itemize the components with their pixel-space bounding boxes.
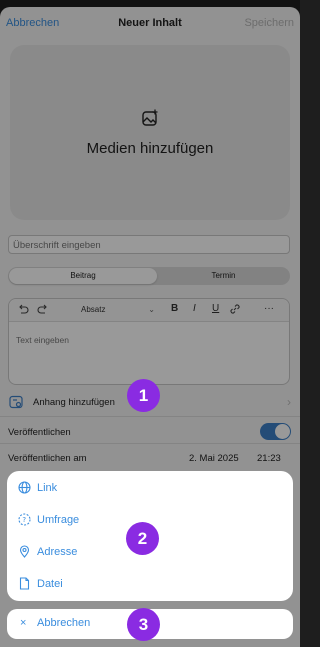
close-icon: × (20, 617, 27, 629)
action-sheet-cancel-label: Abbrechen (37, 617, 91, 629)
action-poll-label: Umfrage (37, 514, 80, 526)
step-marker-2: 2 (126, 522, 159, 555)
action-link-label: Link (37, 482, 58, 494)
action-address-label: Adresse (37, 546, 78, 558)
action-file[interactable]: Datei (7, 568, 293, 600)
file-icon (18, 577, 31, 595)
poll-icon: ? (18, 513, 31, 531)
action-file-label: Datei (37, 578, 63, 590)
svg-text:?: ? (22, 516, 26, 524)
step-marker-1: 1 (127, 379, 160, 412)
action-link[interactable]: Link (7, 472, 293, 504)
step-marker-3: 3 (127, 608, 160, 641)
location-pin-icon (18, 545, 31, 563)
globe-icon (18, 481, 31, 499)
